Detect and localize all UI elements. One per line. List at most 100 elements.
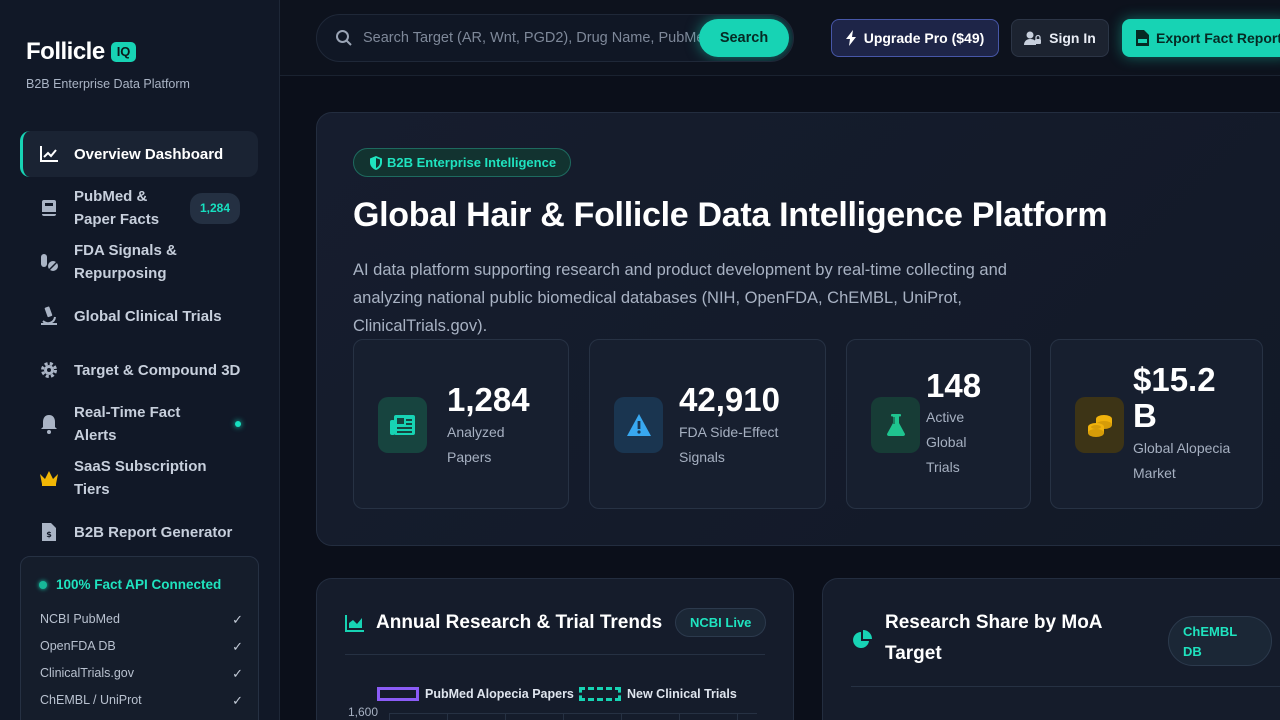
pill-line: DB (1183, 644, 1202, 659)
export-report-label: Export Fact Report (1156, 30, 1280, 46)
stat-label: Active Global Trials (926, 405, 966, 480)
enterprise-chip-label: B2B Enterprise Intelligence (387, 155, 557, 170)
stat-label-line: Global Alopecia (1133, 440, 1231, 456)
status-dot (39, 580, 47, 589)
area-chart-icon (345, 614, 365, 632)
sidebar-item-label: B2B Report Generator (74, 523, 233, 541)
sign-in-label: Sign In (1049, 30, 1096, 46)
shield-icon (370, 155, 382, 170)
trends-card: Annual Research & Trial Trends NCBI Live… (316, 578, 794, 720)
legend-papers[interactable]: PubMed Alopecia Papers (377, 687, 574, 701)
stat-value-line: $15.2 (1133, 361, 1216, 398)
logo[interactable]: Follicle IQ (26, 38, 137, 66)
divider (851, 686, 1280, 687)
top-bar: Search Upgrade Pro ($49) Sign In Export … (280, 0, 1280, 76)
sidebar-item-label: SaaS Subscription Tiers (74, 458, 207, 498)
invoice-icon: $ (38, 521, 60, 543)
book-icon (38, 197, 60, 219)
logo-text: Follicle (26, 38, 105, 65)
logo-subtitle: B2B Enterprise Data Platform (26, 77, 190, 91)
gear-icon (38, 359, 60, 381)
newspaper-icon (378, 397, 427, 453)
trends-card-title: Annual Research & Trial Trends (376, 612, 663, 633)
check-icon: ✓ (232, 693, 243, 708)
stat-card-papers: 1,284 Analyzed Papers (353, 339, 569, 509)
stat-label-line: Active (926, 409, 965, 425)
stat-label-line: Signals (679, 449, 725, 465)
export-report-button[interactable]: Export Fact Report (1122, 19, 1280, 57)
page-title: Global Hair & Follicle Data Intelligence… (353, 196, 1108, 234)
api-source-row: NCBI PubMed ✓ (40, 612, 243, 628)
crown-icon (38, 467, 60, 489)
api-source-name: ClinicalTrials.gov (40, 666, 135, 680)
moa-share-card: Research Share by MoA Target ChEMBL DB (822, 578, 1280, 720)
sidebar-item-label: Real-Time Fact Alerts (74, 404, 181, 444)
hero-description: AI data platform supporting research and… (353, 261, 1007, 335)
stat-value: 1,284 (447, 381, 530, 418)
warning-icon (614, 397, 663, 453)
user-lock-icon (1024, 31, 1042, 45)
chembl-db-pill: ChEMBL DB (1168, 616, 1272, 666)
search-bar: Search (316, 14, 794, 62)
sidebar-item-label: FDA Signals & Repurposing (74, 242, 177, 282)
search-button[interactable]: Search (699, 19, 789, 57)
legend-label: PubMed Alopecia Papers (425, 687, 574, 701)
api-source-name: OpenFDA DB (40, 639, 116, 653)
sidebar-item-pubmed-facts[interactable]: PubMed & Paper Facts 1,284 (20, 185, 258, 231)
upgrade-pro-button[interactable]: Upgrade Pro ($49) (831, 19, 999, 57)
api-status-header: 100% Fact API Connected (39, 577, 221, 592)
check-icon: ✓ (232, 612, 243, 627)
hero-panel: B2B Enterprise Intelligence Global Hair … (316, 112, 1280, 546)
enterprise-chip: B2B Enterprise Intelligence (353, 148, 572, 177)
title-line: Target (885, 643, 942, 664)
live-indicator-dot (235, 421, 241, 427)
sidebar-item-clinical-trials[interactable]: Global Clinical Trials (20, 304, 258, 328)
sidebar: Follicle IQ B2B Enterprise Data Platform… (0, 0, 280, 720)
microscope-icon (38, 305, 60, 327)
bolt-icon (845, 30, 857, 46)
count-badge: 1,284 (189, 192, 240, 224)
sidebar-item-overview-dashboard[interactable]: Overview Dashboard (20, 131, 258, 177)
pills-icon (38, 251, 60, 273)
chart-line-icon (38, 143, 60, 165)
chart-gridlines (389, 713, 757, 720)
stat-label-line: FDA Side-Effect (679, 424, 779, 440)
stat-label-line: Global (926, 434, 967, 450)
upgrade-pro-label: Upgrade Pro ($49) (863, 30, 985, 46)
stat-value: 42,910 (679, 381, 780, 418)
sidebar-item-fact-alerts[interactable]: Real-Time Fact Alerts (20, 401, 258, 447)
sign-in-button[interactable]: Sign In (1011, 19, 1109, 57)
stat-label: Analyzed Papers (447, 420, 505, 470)
api-source-row: ChEMBL / UniProt ✓ (40, 693, 243, 709)
stat-value-line: B (1133, 397, 1157, 434)
legend-trials[interactable]: New Clinical Trials (579, 687, 737, 701)
sidebar-item-label: Global Clinical Trials (74, 307, 222, 325)
check-icon: ✓ (232, 639, 243, 654)
search-input[interactable] (363, 30, 703, 46)
sidebar-item-target-compound[interactable]: Target & Compound 3D (20, 358, 258, 382)
logo-badge: IQ (110, 42, 137, 62)
pdf-file-icon (1136, 30, 1149, 46)
title-line: Research Share by MoA (885, 612, 1103, 633)
stat-value: $15.2 B (1133, 362, 1216, 434)
stat-label-line: Market (1133, 465, 1176, 481)
moa-share-title: Research Share by MoA Target (885, 607, 1103, 669)
legend-swatch-trials (579, 687, 621, 701)
stat-card-clinical-trials: 148 Active Global Trials (846, 339, 1031, 509)
sidebar-item-subscription-tiers[interactable]: SaaS Subscription Tiers (20, 455, 258, 501)
api-status-panel: 100% Fact API Connected NCBI PubMed ✓ Op… (20, 556, 259, 720)
legend-label: New Clinical Trials (627, 687, 737, 701)
coins-icon (1075, 397, 1124, 453)
stat-label-line: Papers (447, 449, 492, 465)
stat-label-line: Trials (926, 459, 960, 475)
sidebar-item-report-generator[interactable]: $ B2B Report Generator (20, 520, 258, 544)
y-axis-tick: 1,600 (348, 705, 379, 719)
divider (345, 654, 765, 655)
stat-value: 148 (926, 367, 982, 404)
flask-icon (871, 397, 920, 453)
sidebar-item-label: Overview Dashboard (74, 145, 224, 163)
sidebar-item-fda-signals[interactable]: FDA Signals & Repurposing (20, 239, 258, 285)
stat-label-line: Analyzed (447, 424, 505, 440)
api-source-name: ChEMBL / UniProt (40, 693, 142, 707)
stat-card-fda-signals: 42,910 FDA Side-Effect Signals (589, 339, 826, 509)
